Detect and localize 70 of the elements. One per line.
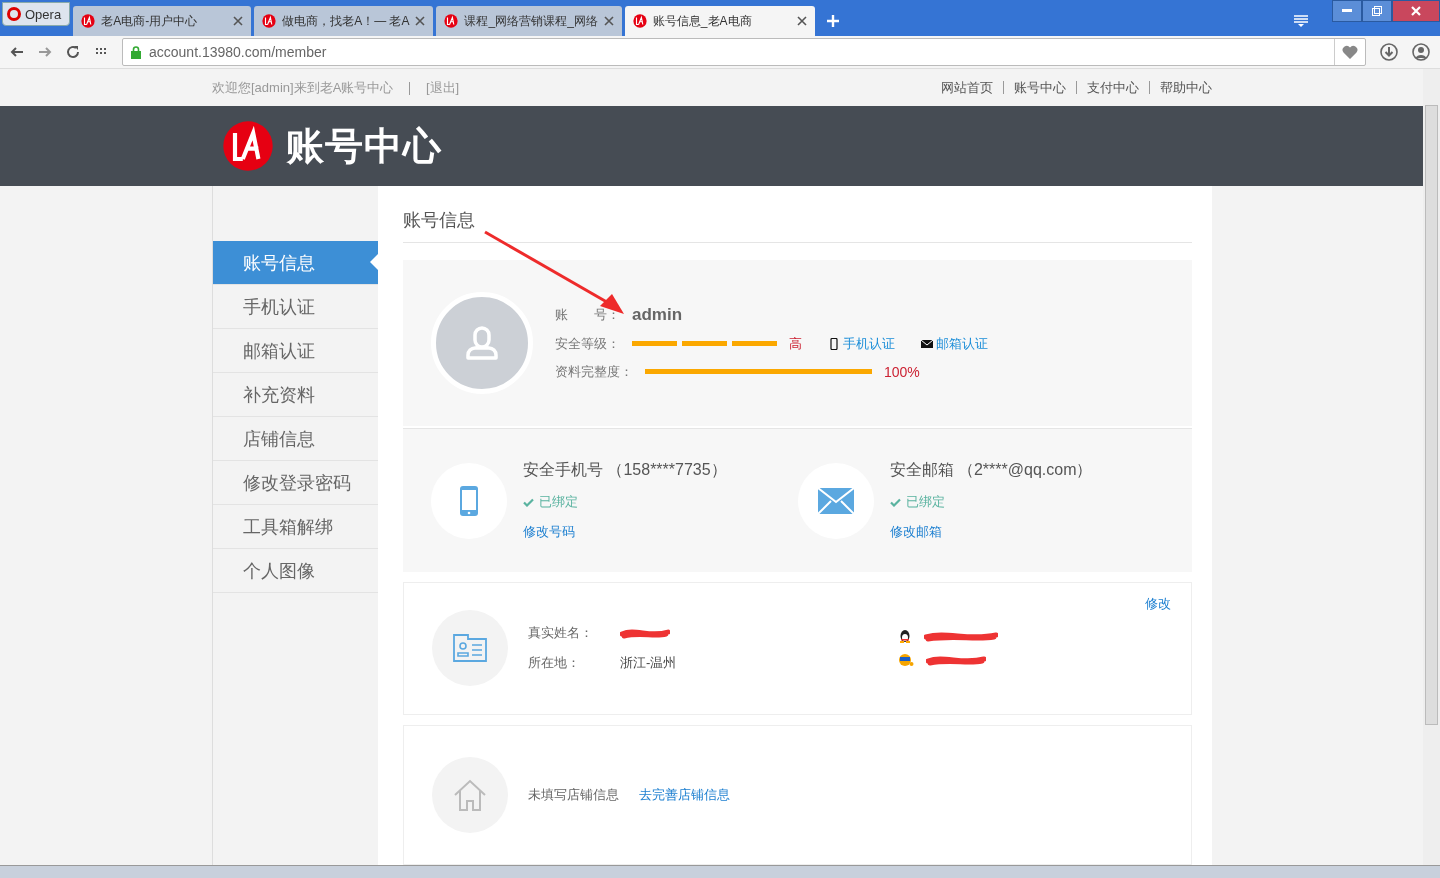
section-title: 账号信息 xyxy=(403,204,1192,243)
nav-link[interactable]: 帮助中心 xyxy=(1160,78,1212,97)
site-title: 账号中心 xyxy=(286,123,442,169)
close-icon[interactable] xyxy=(796,16,807,26)
phone-icon xyxy=(459,484,479,517)
completeness-label: 资料完整度： xyxy=(555,363,633,381)
phone-icon xyxy=(828,338,840,350)
logo-icon xyxy=(632,14,647,28)
close-icon xyxy=(1411,6,1421,16)
heart-icon[interactable] xyxy=(1342,45,1358,59)
minimize-button[interactable] xyxy=(1332,0,1362,22)
nav-link[interactable]: 账号中心 xyxy=(1014,78,1066,97)
field-label: 所在地： xyxy=(528,654,581,673)
security-rating: 高 xyxy=(789,335,802,353)
security-label: 安全等级： xyxy=(555,335,620,353)
back-icon[interactable] xyxy=(10,45,24,59)
change-link[interactable]: 修改号码 xyxy=(523,523,727,542)
user-icon xyxy=(465,325,499,361)
lock-icon xyxy=(131,45,141,59)
minimize-icon xyxy=(1342,9,1352,13)
username: admin xyxy=(632,305,683,325)
profile-icon[interactable] xyxy=(1412,43,1430,61)
download-icon[interactable] xyxy=(1380,43,1398,61)
progress-reading: 100% xyxy=(884,364,920,380)
close-icon[interactable] xyxy=(415,16,426,26)
address-field[interactable]: account.13980.com/member xyxy=(122,38,1366,66)
field-value: 浙江-温州 xyxy=(620,654,677,673)
nav-link[interactable]: 网站首页 xyxy=(941,78,993,97)
id-card-icon xyxy=(452,633,488,664)
browser-tab[interactable]: 老A电商-用户中心 xyxy=(73,6,252,36)
close-button[interactable] xyxy=(1392,0,1440,22)
account-label: 账 号： xyxy=(555,306,620,324)
reload-icon[interactable] xyxy=(66,45,80,59)
penguin-icon xyxy=(898,629,912,644)
logo-icon xyxy=(81,14,96,28)
envelope-icon xyxy=(817,487,854,514)
field-label: 真实姓名： xyxy=(528,624,594,643)
change-link[interactable]: 修改邮箱 xyxy=(889,523,1093,542)
scrollbar-thumb[interactable] xyxy=(1425,105,1438,725)
browser-tab[interactable]: 做电商，找老A！— 老A xyxy=(254,6,434,36)
browser-tab[interactable]: 账号信息_老A电商 xyxy=(624,6,815,36)
forward-icon[interactable] xyxy=(38,45,52,59)
binding-title: 安全邮箱 （2****@qq.com） xyxy=(889,460,1093,481)
restore-button[interactable] xyxy=(1362,0,1392,22)
restore-icon xyxy=(1372,6,1382,16)
check-icon xyxy=(889,497,901,507)
logo-icon xyxy=(444,14,459,28)
menu-icon[interactable] xyxy=(1293,14,1309,28)
logo-icon xyxy=(222,120,274,172)
binding-status: 已绑定 xyxy=(539,493,578,512)
house-icon xyxy=(453,777,487,812)
sidebar-item[interactable]: 账号信息 xyxy=(213,241,378,285)
nav-link[interactable]: 支付中心 xyxy=(1087,78,1139,97)
logo-icon xyxy=(262,14,277,28)
binding-status: 已绑定 xyxy=(905,493,945,512)
complete-shop-link[interactable]: 去完善店铺信息 xyxy=(639,785,730,804)
check-icon xyxy=(523,497,534,507)
browser-tab[interactable]: 课程_网络营销课程_网络 xyxy=(436,6,622,36)
close-icon[interactable] xyxy=(603,16,614,26)
opera-menu-button[interactable]: Opera xyxy=(2,2,71,26)
close-icon[interactable] xyxy=(233,16,244,26)
shop-message: 未填写店铺信息 xyxy=(528,785,619,804)
binding-title: 安全手机号 （158****7735） xyxy=(523,460,727,481)
verification-link[interactable]: 邮箱认证 xyxy=(921,335,988,353)
edit-link[interactable]: 修改 xyxy=(1145,595,1171,614)
welcome-text: 欢迎您[admin]来到老A账号中心 xyxy=(212,79,394,95)
verification-link[interactable]: 手机认证 xyxy=(828,335,895,353)
envelope-icon xyxy=(921,338,933,350)
new-tab-icon[interactable] xyxy=(825,14,840,28)
mascot-icon xyxy=(898,653,914,668)
